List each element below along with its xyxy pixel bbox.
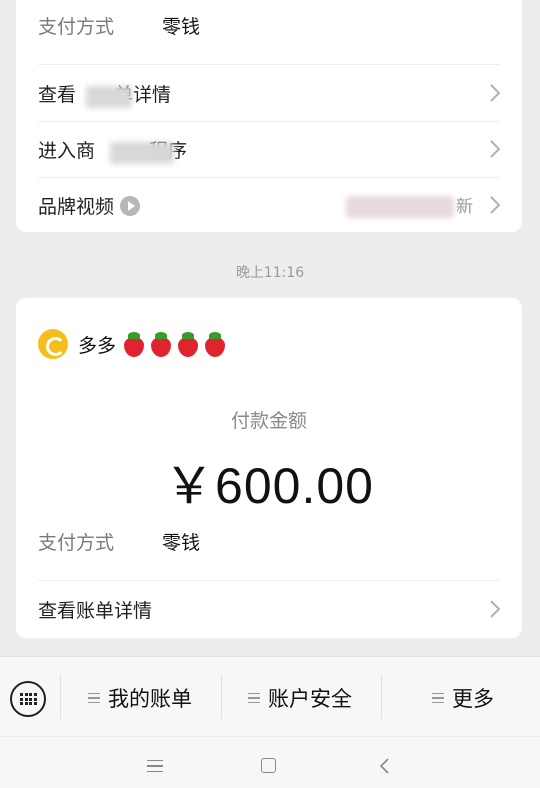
enter-mini-program-row[interactable]: 进入商程序: [16, 122, 522, 178]
view-bill-detail-label: 查看账单详情: [38, 600, 153, 622]
menu-lines-icon: [88, 693, 100, 703]
payment-method-value: 零钱: [162, 16, 201, 38]
strawberry-icon: [123, 331, 145, 357]
keyboard-toggle-button[interactable]: [10, 681, 46, 717]
menu-lines-icon: [248, 693, 260, 703]
strawberry-icon: [177, 331, 199, 357]
redacted-text: [86, 86, 132, 108]
brand-video-row[interactable]: 品牌视频 新: [16, 178, 522, 234]
separator: [60, 675, 61, 719]
bottom-menu-bar: 我的账单 账户安全 更多: [0, 656, 540, 736]
strawberry-icon: [204, 331, 226, 357]
merchant-name: 多多: [78, 334, 117, 357]
separator: [221, 675, 222, 719]
payment-card[interactable]: 多多 付款金额 ￥600.00 支付方式 零钱 查看账单详情: [16, 298, 522, 638]
merchant-logo-icon: [38, 329, 68, 359]
brand-video-badge: 新: [456, 197, 473, 217]
strawberry-emojis: [118, 331, 226, 357]
previous-payment-card: 支付方式 零钱 查看单详情 进入商程序 品牌视频 新: [16, 0, 522, 232]
redacted-text: [110, 142, 174, 164]
strawberry-icon: [150, 331, 172, 357]
more-menu-button[interactable]: 更多: [432, 681, 494, 715]
system-navigation-bar: [0, 737, 540, 788]
payment-method-label: 支付方式: [38, 532, 115, 554]
merchant-header: 多多: [38, 328, 226, 360]
chevron-right-icon: [490, 84, 501, 102]
payment-method-row: 支付方式 零钱: [38, 528, 200, 555]
payment-method-row: 支付方式 零钱: [38, 12, 200, 39]
home-icon[interactable]: [261, 758, 276, 773]
brand-video-label: 品牌视频: [38, 192, 141, 219]
play-icon: [120, 196, 141, 216]
divider: [38, 64, 500, 65]
message-timestamp: 晚上11:16: [235, 265, 305, 281]
view-bill-detail-row[interactable]: 查看 单详情: [16, 66, 522, 122]
chevron-right-icon: [490, 196, 501, 214]
menu-lines-icon: [432, 693, 444, 703]
payment-method-value: 零钱: [162, 532, 201, 554]
view-bill-detail-row[interactable]: 查看账单详情: [16, 582, 522, 638]
payment-method-label: 支付方式: [38, 16, 115, 38]
keyboard-icon: [20, 693, 37, 705]
account-security-menu-button[interactable]: 账户安全: [248, 681, 352, 715]
menu-icon[interactable]: [147, 760, 163, 772]
back-icon[interactable]: [376, 757, 394, 775]
separator: [381, 675, 382, 719]
redacted-text: [346, 196, 454, 218]
payment-amount: ￥600.00: [164, 458, 374, 514]
my-bills-menu-button[interactable]: 我的账单: [88, 681, 192, 715]
divider: [38, 580, 500, 581]
chevron-right-icon: [490, 140, 501, 158]
chevron-right-icon: [490, 600, 501, 618]
amount-label: 付款金额: [230, 410, 307, 432]
